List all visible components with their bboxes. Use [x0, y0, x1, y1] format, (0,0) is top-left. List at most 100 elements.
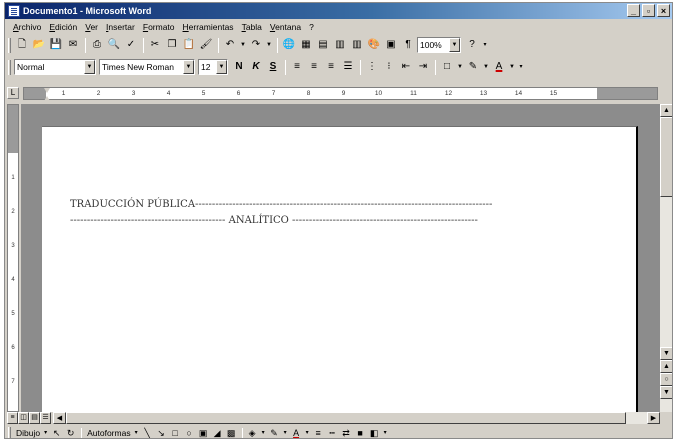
shadow-icon[interactable]: ■ — [354, 427, 367, 439]
scroll-left-icon[interactable]: ◀ — [53, 412, 66, 424]
document-page[interactable]: TRADUCCIÓN PÚBLICA----------------------… — [42, 126, 638, 412]
chevron-down-icon[interactable]: ▼ — [183, 60, 194, 74]
copy-icon[interactable]: ❐ — [164, 37, 180, 53]
draw-menu-button[interactable]: Dibujo — [14, 428, 42, 438]
horizontal-ruler[interactable]: 1 2 3 4 5 6 7 8 9 10 11 12 13 14 15 — [23, 87, 658, 101]
scroll-down-icon[interactable]: ▼ — [660, 347, 672, 360]
dash-style-icon[interactable]: ┅ — [326, 427, 339, 439]
style-select[interactable]: Normal ▼ — [14, 59, 96, 75]
undo-icon[interactable]: ↶ — [222, 37, 238, 53]
toolbar-options-icon[interactable]: ▾ — [481, 37, 489, 53]
tables-borders-icon[interactable]: ▦ — [298, 37, 314, 53]
chevron-down-icon[interactable]: ▾ — [260, 427, 267, 439]
maximize-button[interactable]: ▫ — [642, 4, 655, 17]
normal-view-icon[interactable]: ≡ — [7, 412, 18, 424]
browse-object-icon[interactable]: ○ — [660, 373, 672, 386]
text-box-icon[interactable]: ▣ — [197, 427, 210, 439]
document-map-icon[interactable]: ▣ — [383, 37, 399, 53]
chevron-down-icon[interactable]: ▾ — [133, 427, 140, 439]
vertical-scrollbar[interactable]: ▲ ▼ ▲ ○ ▼ — [660, 104, 672, 412]
next-page-icon[interactable]: ▼ — [660, 386, 672, 399]
menu-tabla[interactable]: Tabla — [238, 20, 266, 34]
font-size-select[interactable]: 12 ▼ — [198, 59, 228, 75]
rectangle-icon[interactable]: □ — [169, 427, 182, 439]
web-view-icon[interactable]: ◫ — [18, 412, 29, 424]
menu-ventana[interactable]: Ventana — [266, 20, 305, 34]
menu-herramientas[interactable]: Herramientas — [179, 20, 238, 34]
highlight-icon[interactable]: ✎ — [465, 59, 481, 75]
bold-button[interactable]: N — [231, 59, 247, 75]
format-painter-icon[interactable]: 🖌 — [198, 37, 214, 53]
justify-icon[interactable]: ☰ — [340, 59, 356, 75]
arrow-style-icon[interactable]: ⇄ — [340, 427, 353, 439]
highlight-dropdown-icon[interactable]: ▼ — [482, 59, 490, 75]
font-select[interactable]: Times New Roman ▼ — [99, 59, 195, 75]
insert-excel-icon[interactable]: ▥ — [332, 37, 348, 53]
numbering-icon[interactable]: ⋮ — [364, 59, 380, 75]
align-right-icon[interactable]: ≡ — [323, 59, 339, 75]
font-color-draw-icon[interactable]: A — [290, 427, 303, 439]
close-button[interactable]: × — [657, 4, 670, 17]
toolbar-grip[interactable] — [8, 37, 11, 53]
vertical-ruler[interactable]: 1 2 3 4 5 6 7 — [7, 104, 19, 412]
font-color-dropdown-icon[interactable]: ▼ — [508, 59, 516, 75]
email-icon[interactable]: ✉ — [65, 37, 81, 53]
drawing-icon[interactable]: 🎨 — [366, 37, 382, 53]
chevron-down-icon[interactable]: ▾ — [282, 427, 289, 439]
borders-icon[interactable]: □ — [439, 59, 455, 75]
fill-color-icon[interactable]: ◈ — [246, 427, 259, 439]
font-color-icon[interactable]: A — [491, 59, 507, 75]
decrease-indent-icon[interactable]: ⇤ — [398, 59, 414, 75]
menu-archivo[interactable]: Archivo — [9, 20, 45, 34]
zoom-select[interactable]: 100% ▼ — [417, 37, 461, 53]
underline-button[interactable]: S — [265, 59, 281, 75]
toolbar-grip[interactable] — [8, 59, 11, 75]
cut-icon[interactable]: ✂ — [147, 37, 163, 53]
show-hide-icon[interactable]: ¶ — [400, 37, 416, 53]
previous-page-icon[interactable]: ▲ — [660, 360, 672, 373]
undo-dropdown-icon[interactable]: ▼ — [239, 37, 247, 53]
open-folder-icon[interactable]: 📂 — [31, 37, 47, 53]
clip-art-icon[interactable]: ▩ — [225, 427, 238, 439]
select-objects-icon[interactable]: ↖ — [50, 427, 63, 439]
save-icon[interactable]: 💾 — [48, 37, 64, 53]
paste-icon[interactable]: 📋 — [181, 37, 197, 53]
toolbar-grip[interactable] — [8, 427, 11, 438]
print-icon[interactable]: ⎙ — [89, 37, 105, 53]
help-icon[interactable]: ? — [464, 37, 480, 53]
align-left-icon[interactable]: ≡ — [289, 59, 305, 75]
wordart-icon[interactable]: ◢ — [211, 427, 224, 439]
chevron-down-icon[interactable]: ▼ — [216, 60, 227, 74]
print-preview-icon[interactable]: 🔍 — [106, 37, 122, 53]
spelling-icon[interactable]: ✓ — [123, 37, 139, 53]
indent-marker[interactable] — [44, 88, 51, 101]
menu-ayuda[interactable]: ? — [305, 20, 318, 34]
minimize-button[interactable]: _ — [627, 4, 640, 17]
horizontal-scroll-thumb[interactable] — [66, 412, 626, 424]
menu-ver[interactable]: Ver — [81, 20, 102, 34]
menu-edicion[interactable]: Edición — [45, 20, 81, 34]
menu-formato[interactable]: Formato — [139, 20, 179, 34]
oval-icon[interactable]: ○ — [183, 427, 196, 439]
line-icon[interactable]: ╲ — [141, 427, 154, 439]
toolbar-options-icon[interactable]: ▾ — [517, 59, 525, 75]
increase-indent-icon[interactable]: ⇥ — [415, 59, 431, 75]
borders-dropdown-icon[interactable]: ▼ — [456, 59, 464, 75]
chevron-down-icon[interactable]: ▼ — [84, 60, 95, 74]
columns-icon[interactable]: ▥ — [349, 37, 365, 53]
align-center-icon[interactable]: ≡ — [306, 59, 322, 75]
horizontal-scrollbar[interactable]: ◀ ▶ — [53, 412, 660, 424]
autoshapes-menu-button[interactable]: Autoformas — [85, 428, 132, 438]
print-view-icon[interactable]: ▤ — [29, 412, 40, 424]
tab-selector-icon[interactable]: L — [7, 87, 19, 99]
toolbar-options-icon[interactable]: ▾ — [382, 427, 389, 439]
outline-view-icon[interactable]: ☰ — [40, 412, 51, 424]
redo-icon[interactable]: ↷ — [248, 37, 264, 53]
insert-table-icon[interactable]: ▤ — [315, 37, 331, 53]
chevron-down-icon[interactable]: ▼ — [449, 38, 460, 52]
scroll-right-icon[interactable]: ▶ — [647, 412, 660, 424]
bullets-icon[interactable]: ⁝ — [381, 59, 397, 75]
scroll-up-icon[interactable]: ▲ — [660, 104, 672, 117]
vertical-scroll-thumb[interactable] — [660, 117, 672, 197]
3d-icon[interactable]: ◧ — [368, 427, 381, 439]
